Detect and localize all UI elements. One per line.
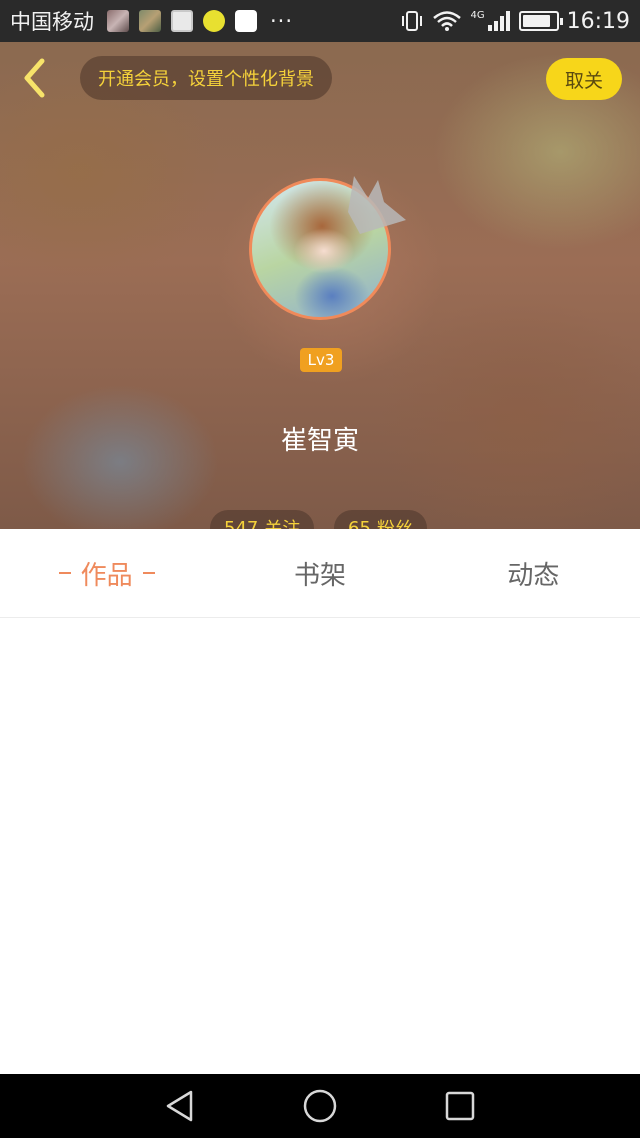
- following-label: 关注: [264, 515, 300, 529]
- profile-header: 开通会员，设置个性化背景 取关 Lv3 崔智寅 547 关注 65 粉丝: [0, 42, 640, 529]
- gallery-notification-icon: [171, 10, 193, 32]
- tab-works[interactable]: 作品: [0, 529, 213, 617]
- wifi-icon: [433, 11, 462, 31]
- nav-recent-button[interactable]: [430, 1076, 490, 1136]
- baidu-notification-icon: [235, 10, 257, 32]
- unfollow-button[interactable]: 取关: [546, 58, 622, 100]
- unfollow-label: 取关: [564, 69, 603, 92]
- photo-notification-icon: [139, 10, 161, 32]
- tab-label: 作品: [80, 560, 133, 591]
- chat-notification-icon: [203, 10, 225, 32]
- fans-label: 粉丝: [377, 515, 413, 529]
- cellular-signal-icon: 4G: [470, 10, 510, 32]
- more-notifications-indicator: ···: [270, 9, 294, 33]
- status-bar-right: 4G 16:19: [400, 9, 630, 34]
- clock: 16:19: [566, 8, 630, 34]
- following-stat[interactable]: 547 关注: [210, 510, 315, 530]
- carrier-name: 中国移动: [10, 10, 94, 34]
- tab-indicator-left: [58, 572, 71, 574]
- status-bar: 中国移动 ··· 4G 16:19: [0, 0, 640, 42]
- triangle-back-icon: [166, 1090, 193, 1122]
- following-count: 547: [224, 517, 259, 530]
- profile-tabs: 作品 书架 动态: [0, 529, 640, 618]
- vip-prompt-label: 开通会员，设置个性化背景: [98, 69, 314, 90]
- tab-bookshelf[interactable]: 书架: [213, 529, 426, 617]
- square-recent-icon: [445, 1091, 475, 1121]
- photo-notification-icon: [107, 10, 129, 32]
- battery-icon: [518, 11, 563, 31]
- tab-activity[interactable]: 动态: [427, 529, 640, 617]
- level-badge: Lv3: [300, 348, 342, 372]
- nav-home-button[interactable]: [290, 1076, 350, 1136]
- tab-indicator-right: [142, 572, 155, 574]
- nav-back-button[interactable]: [150, 1076, 210, 1136]
- vip-background-prompt[interactable]: 开通会员，设置个性化背景: [80, 56, 332, 100]
- back-button[interactable]: [14, 56, 54, 100]
- vibrate-icon: [402, 11, 423, 31]
- tab-content-area: [0, 618, 640, 1074]
- tab-label: 动态: [507, 560, 560, 591]
- system-nav-bar: [0, 1074, 640, 1138]
- fans-count: 65: [348, 517, 371, 530]
- chevron-left-icon: [24, 58, 45, 98]
- network-type: 4G: [470, 10, 485, 21]
- tab-label: 书架: [293, 560, 346, 591]
- crown-icon: [348, 176, 406, 234]
- username: 崔智寅: [280, 426, 359, 456]
- circle-home-icon: [303, 1089, 337, 1123]
- fans-stat[interactable]: 65 粉丝: [334, 510, 427, 529]
- level-label: Lv3: [307, 351, 335, 369]
